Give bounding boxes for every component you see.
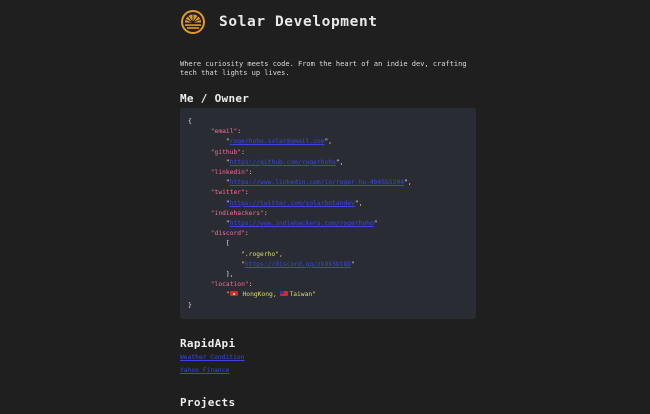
site-header: Solar Development (180, 8, 378, 36)
discord-key: "discord" (210, 230, 245, 238)
rapidapi-link-weather[interactable]: Weather Condition (180, 354, 244, 361)
twitter-key: "twitter" (210, 189, 245, 197)
projects-heading: Projects (180, 396, 236, 409)
owner-json-block: { "email": "rogerhoho.solar@gmail.com", … (180, 108, 476, 319)
location-hongkong: HongKong, (242, 291, 281, 299)
discord-link[interactable]: https://discord.gg/zk9k5bt8D (245, 261, 351, 268)
location-taiwan: Taiwan (289, 291, 313, 299)
close-brace: } (188, 301, 192, 309)
discord-handle: .rogerho (244, 250, 276, 258)
location-key: "location" (210, 281, 249, 289)
indiehackers-key: "indiehackers" (210, 209, 264, 217)
linkedin-key: "linkedin" (210, 169, 249, 177)
site-title: Solar Development (219, 14, 378, 30)
page: Solar Development Where curiosity meets … (0, 0, 650, 414)
github-key: "github" (210, 148, 242, 156)
sun-logo-icon (181, 10, 205, 34)
taiwan-flag-icon (280, 291, 289, 297)
rapidapi-link-yahoo-finance[interactable]: Yahoo Finance (180, 367, 229, 374)
owner-heading: Me / Owner (180, 92, 250, 105)
indiehackers-link[interactable]: https://www.indiehackers.com/rogerhoho (230, 220, 374, 227)
twitter-link[interactable]: https://twitter.com/solarbotandev (230, 200, 355, 207)
github-link[interactable]: https://github.com/rogerhoho (230, 159, 336, 166)
owner-json-code: { "email": "rogerhoho.solar@gmail.com", … (188, 118, 412, 309)
hongkong-flag-icon (229, 291, 238, 297)
open-brace: { (188, 118, 192, 125)
email-link[interactable]: rogerhoho.solar@gmail.com (230, 138, 325, 145)
email-key: "email" (210, 128, 238, 136)
rapidapi-heading: RapidApi (180, 337, 236, 350)
linkedin-link[interactable]: https://www.linkedin.com/in/roger-ho-4b4… (230, 179, 404, 186)
tagline: Where curiosity meets code. From the hea… (180, 60, 467, 77)
